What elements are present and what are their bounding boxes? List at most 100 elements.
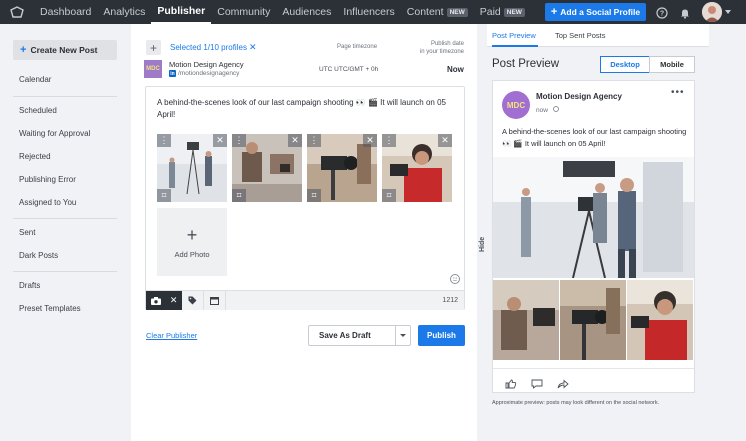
help-icon[interactable]: ? bbox=[656, 6, 668, 19]
tab-top-sent-posts[interactable]: Top Sent Posts bbox=[555, 31, 605, 40]
sidebar-item-sent[interactable]: Sent bbox=[19, 228, 35, 237]
nav-content[interactable]: Content NEW bbox=[401, 0, 474, 24]
crop-icon[interactable]: ⌗ bbox=[232, 189, 246, 202]
profile-thumbnail: MDC bbox=[144, 60, 162, 78]
top-nav: Dashboard Analytics Publisher Community … bbox=[0, 0, 746, 24]
remove-image-icon[interactable]: ✕ bbox=[213, 134, 227, 147]
like-icon[interactable] bbox=[505, 376, 517, 389]
globe-icon bbox=[552, 106, 559, 114]
nav-dashboard[interactable]: Dashboard bbox=[34, 0, 97, 24]
nav-paid[interactable]: Paid NEW bbox=[474, 0, 531, 24]
camera-icon[interactable] bbox=[150, 292, 161, 310]
profile-handle: in /motiondesignagency bbox=[169, 70, 239, 77]
nav-publisher[interactable]: Publisher bbox=[151, 0, 212, 24]
media-thumbnail[interactable]: ⋮ ✕ ⌗ bbox=[307, 134, 377, 202]
preview-main-image bbox=[493, 157, 694, 278]
sidebar-item-drafts[interactable]: Drafts bbox=[19, 281, 40, 290]
post-text-input[interactable]: A behind-the-scenes look of our last cam… bbox=[157, 97, 447, 121]
desktop-toggle[interactable]: Desktop bbox=[600, 56, 650, 73]
publish-button[interactable]: Publish bbox=[418, 325, 465, 346]
profile-handle-text: /motiondesignagency bbox=[178, 70, 240, 77]
sidebar-item-preset-templates[interactable]: Preset Templates bbox=[19, 304, 81, 313]
new-badge: NEW bbox=[446, 7, 468, 17]
publish-date-label-line2: in your timezone bbox=[419, 49, 464, 55]
more-options-icon[interactable]: ••• bbox=[671, 87, 685, 98]
preview-actions bbox=[493, 368, 694, 392]
selected-profiles-link[interactable]: Selected 1/10 profiles bbox=[170, 43, 247, 52]
nav-analytics-label: Analytics bbox=[103, 6, 146, 18]
hide-preview-toggle[interactable] bbox=[477, 24, 487, 441]
sidebar-item-publishing-error[interactable]: Publishing Error bbox=[19, 175, 76, 184]
plus-icon: + bbox=[20, 44, 27, 56]
publish-date-label-line1: Publish date bbox=[430, 41, 464, 47]
nav-audiences[interactable]: Audiences bbox=[276, 0, 337, 24]
add-photo-button[interactable]: + Add Photo bbox=[157, 208, 227, 276]
drag-handle-icon[interactable]: ⋮ bbox=[232, 134, 246, 147]
nav-influencers[interactable]: Influencers bbox=[337, 0, 400, 24]
post-editor[interactable]: A behind-the-scenes look of our last cam… bbox=[145, 86, 465, 310]
preview-post-time-text: now bbox=[536, 107, 548, 114]
remove-image-icon[interactable]: ✕ bbox=[438, 134, 452, 147]
avatar[interactable] bbox=[702, 2, 722, 22]
media-thumbnail[interactable]: ⋮ ✕ ⌗ bbox=[232, 134, 302, 202]
chevron-down-icon[interactable] bbox=[725, 10, 731, 14]
nav-community-label: Community bbox=[217, 6, 271, 18]
emoji-icon[interactable] bbox=[450, 274, 460, 284]
logo-icon[interactable] bbox=[0, 0, 34, 24]
create-new-post-button[interactable]: + Create New Post bbox=[13, 40, 117, 60]
nav-content-label: Content bbox=[406, 6, 444, 18]
sidebar-item-calendar[interactable]: Calendar bbox=[19, 75, 51, 84]
plus-icon: + bbox=[186, 224, 198, 245]
divider bbox=[13, 96, 117, 97]
calendar-icon[interactable] bbox=[204, 291, 226, 310]
hide-label[interactable]: Hide bbox=[479, 237, 486, 252]
preview-panel: Post Preview Top Sent Posts Post Preview… bbox=[487, 24, 709, 441]
publish-time-value[interactable]: Now bbox=[447, 65, 464, 74]
left-sidebar: + Create New Post Calendar Scheduled Wai… bbox=[0, 24, 131, 441]
draft-options-dropdown[interactable] bbox=[395, 326, 410, 345]
crop-icon[interactable]: ⌗ bbox=[157, 189, 171, 202]
clear-publisher-link[interactable]: Clear Publisher bbox=[146, 331, 197, 340]
drag-handle-icon[interactable]: ⋮ bbox=[382, 134, 396, 147]
preview-disclaimer: Approximate preview: posts may look diff… bbox=[492, 400, 660, 406]
tab-post-preview[interactable]: Post Preview bbox=[492, 31, 536, 40]
save-as-draft-label: Save As Draft bbox=[319, 331, 371, 340]
new-badge: NEW bbox=[503, 7, 525, 17]
save-as-draft-button[interactable]: Save As Draft bbox=[308, 325, 411, 346]
sidebar-item-assigned-to-you[interactable]: Assigned to You bbox=[19, 198, 76, 207]
tag-icon[interactable] bbox=[182, 291, 204, 310]
remove-image-icon[interactable]: ✕ bbox=[288, 134, 302, 147]
nav-dashboard-label: Dashboard bbox=[40, 6, 92, 18]
comment-icon[interactable] bbox=[531, 376, 543, 389]
sidebar-item-scheduled[interactable]: Scheduled bbox=[19, 106, 57, 115]
nav-analytics[interactable]: Analytics bbox=[97, 0, 151, 24]
media-thumbnail[interactable]: ⋮ ✕ ⌗ bbox=[382, 134, 452, 202]
add-social-profile-button[interactable]: + Add a Social Profile bbox=[545, 3, 646, 21]
crop-icon[interactable]: ⌗ bbox=[382, 189, 396, 202]
page-timezone-label: Page timezone bbox=[337, 44, 378, 50]
bell-icon[interactable] bbox=[679, 6, 691, 19]
drag-handle-icon[interactable]: ⋮ bbox=[157, 134, 171, 147]
sidebar-item-dark-posts[interactable]: Dark Posts bbox=[19, 251, 58, 260]
character-count: 1212 bbox=[442, 297, 458, 304]
close-icon[interactable]: ✕ bbox=[170, 295, 178, 306]
mobile-toggle[interactable]: Mobile bbox=[649, 56, 695, 73]
preview-post-text: A behind-the-scenes look of our last cam… bbox=[502, 127, 687, 148]
crop-icon[interactable]: ⌗ bbox=[307, 189, 321, 202]
nav-publisher-label: Publisher bbox=[157, 5, 206, 17]
media-thumbnail[interactable]: ⋮ ✕ ⌗ bbox=[157, 134, 227, 202]
clear-profiles-icon[interactable]: ✕ bbox=[249, 42, 257, 53]
share-icon[interactable] bbox=[557, 376, 569, 389]
remove-image-icon[interactable]: ✕ bbox=[363, 134, 377, 147]
sidebar-item-rejected[interactable]: Rejected bbox=[19, 152, 51, 161]
plus-icon: + bbox=[149, 40, 157, 55]
add-profile-button[interactable]: + bbox=[146, 40, 161, 55]
divider bbox=[13, 218, 117, 219]
drag-handle-icon[interactable]: ⋮ bbox=[307, 134, 321, 147]
sidebar-item-waiting-for-approval[interactable]: Waiting for Approval bbox=[19, 129, 90, 138]
media-tool-active[interactable]: ✕ bbox=[146, 291, 182, 310]
preview-title: Post Preview bbox=[492, 58, 560, 70]
active-tab-indicator bbox=[492, 45, 538, 47]
divider bbox=[13, 271, 117, 272]
nav-community[interactable]: Community bbox=[211, 0, 276, 24]
